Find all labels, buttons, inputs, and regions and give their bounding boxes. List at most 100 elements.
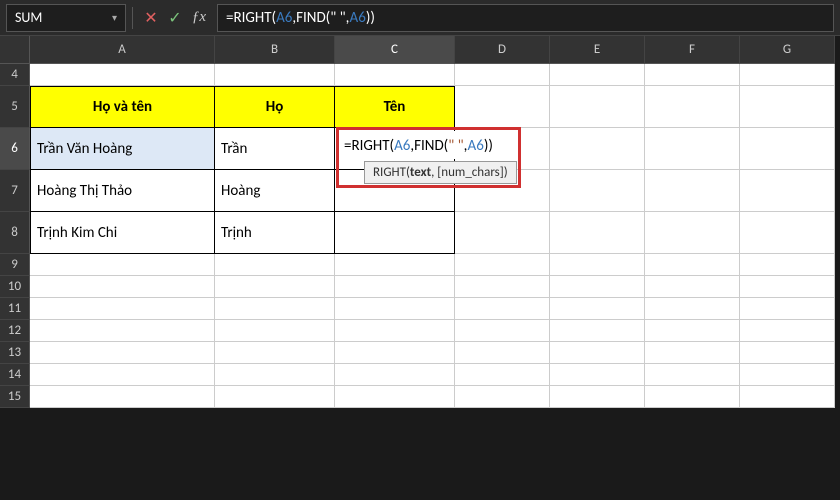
cell-A13[interactable] (30, 342, 215, 364)
cell-F4[interactable] (645, 64, 740, 86)
cell-A8[interactable]: Trịnh Kim Chi (30, 212, 215, 254)
cell-A14[interactable] (30, 364, 215, 386)
row-header-15[interactable]: 15 (0, 386, 30, 408)
cell-G5[interactable] (740, 86, 835, 128)
cell-E13[interactable] (550, 342, 645, 364)
cell-A9[interactable] (30, 254, 215, 276)
cell-F8[interactable] (645, 212, 740, 254)
col-header-B[interactable]: B (215, 36, 335, 64)
cell-E8[interactable] (550, 212, 645, 254)
cell-C13[interactable] (335, 342, 455, 364)
cell-G14[interactable] (740, 364, 835, 386)
row-header-4[interactable]: 4 (0, 64, 30, 86)
cell-C9[interactable] (335, 254, 455, 276)
cell-C14[interactable] (335, 364, 455, 386)
cell-E12[interactable] (550, 320, 645, 342)
cell-A12[interactable] (30, 320, 215, 342)
name-box[interactable]: SUM ▾ (6, 4, 126, 32)
formula-input[interactable]: =RIGHT(A6,FIND(" ",A6)) (217, 4, 834, 32)
fx-icon[interactable]: ƒx (187, 6, 211, 30)
cell-C5[interactable]: Tên (335, 86, 455, 128)
cell-E5[interactable] (550, 86, 645, 128)
row-header-13[interactable]: 13 (0, 342, 30, 364)
row-header-6[interactable]: 6 (0, 128, 30, 170)
cell-C15[interactable] (335, 386, 455, 408)
col-header-D[interactable]: D (455, 36, 550, 64)
cell-D15[interactable] (455, 386, 550, 408)
row-header-14[interactable]: 14 (0, 364, 30, 386)
cell-A5[interactable]: Họ và tên (30, 86, 215, 128)
cell-E7[interactable] (550, 170, 645, 212)
enter-icon[interactable]: ✓ (163, 6, 187, 30)
cell-F9[interactable] (645, 254, 740, 276)
row-header-10[interactable]: 10 (0, 276, 30, 298)
cell-F6[interactable] (645, 128, 740, 170)
cell-F13[interactable] (645, 342, 740, 364)
cell-C4[interactable] (335, 64, 455, 86)
cell-A7[interactable]: Hoàng Thị Thảo (30, 170, 215, 212)
cell-A4[interactable] (30, 64, 215, 86)
cell-B4[interactable] (215, 64, 335, 86)
row-header-8[interactable]: 8 (0, 212, 30, 254)
cell-F12[interactable] (645, 320, 740, 342)
cell-B10[interactable] (215, 276, 335, 298)
cell-B7[interactable]: Hoàng (215, 170, 335, 212)
col-header-G[interactable]: G (740, 36, 835, 64)
cell-B15[interactable] (215, 386, 335, 408)
row-header-11[interactable]: 11 (0, 298, 30, 320)
cell-E11[interactable] (550, 298, 645, 320)
cell-D9[interactable] (455, 254, 550, 276)
cell-G15[interactable] (740, 386, 835, 408)
cancel-icon[interactable]: ✕ (139, 6, 163, 30)
cell-D8[interactable] (455, 212, 550, 254)
cell-C8[interactable] (335, 212, 455, 254)
cell-D12[interactable] (455, 320, 550, 342)
cell-C10[interactable] (335, 276, 455, 298)
cell-A15[interactable] (30, 386, 215, 408)
cell-B9[interactable] (215, 254, 335, 276)
cell-G9[interactable] (740, 254, 835, 276)
col-header-C[interactable]: C (335, 36, 455, 64)
cell-editor[interactable]: =RIGHT(A6,FIND(" ",A6)) (340, 131, 517, 159)
cell-D11[interactable] (455, 298, 550, 320)
col-header-F[interactable]: F (645, 36, 740, 64)
row-header-9[interactable]: 9 (0, 254, 30, 276)
cell-B8[interactable]: Trịnh (215, 212, 335, 254)
row-header-12[interactable]: 12 (0, 320, 30, 342)
cell-D4[interactable] (455, 64, 550, 86)
cell-F5[interactable] (645, 86, 740, 128)
cell-C12[interactable] (335, 320, 455, 342)
cell-E14[interactable] (550, 364, 645, 386)
cell-D13[interactable] (455, 342, 550, 364)
cell-F11[interactable] (645, 298, 740, 320)
cell-B12[interactable] (215, 320, 335, 342)
cell-G13[interactable] (740, 342, 835, 364)
cell-C11[interactable] (335, 298, 455, 320)
cell-B14[interactable] (215, 364, 335, 386)
col-header-A[interactable]: A (30, 36, 215, 64)
cell-B6[interactable]: Trần (215, 128, 335, 170)
cell-A10[interactable] (30, 276, 215, 298)
cell-D5[interactable] (455, 86, 550, 128)
cell-G8[interactable] (740, 212, 835, 254)
cell-E10[interactable] (550, 276, 645, 298)
cells-area[interactable]: Họ và tên Họ Tên Trần Văn Hoàng Trần (30, 64, 840, 500)
cell-F10[interactable] (645, 276, 740, 298)
cell-G10[interactable] (740, 276, 835, 298)
cell-E6[interactable] (550, 128, 645, 170)
cell-G12[interactable] (740, 320, 835, 342)
col-header-E[interactable]: E (550, 36, 645, 64)
cell-B11[interactable] (215, 298, 335, 320)
cell-B5[interactable]: Họ (215, 86, 335, 128)
cell-F7[interactable] (645, 170, 740, 212)
cell-G6[interactable] (740, 128, 835, 170)
cell-A11[interactable] (30, 298, 215, 320)
cell-G11[interactable] (740, 298, 835, 320)
row-header-7[interactable]: 7 (0, 170, 30, 212)
cell-E15[interactable] (550, 386, 645, 408)
chevron-down-icon[interactable]: ▾ (112, 11, 117, 24)
cell-G7[interactable] (740, 170, 835, 212)
select-all-corner[interactable] (0, 36, 30, 64)
cell-D14[interactable] (455, 364, 550, 386)
cell-F15[interactable] (645, 386, 740, 408)
